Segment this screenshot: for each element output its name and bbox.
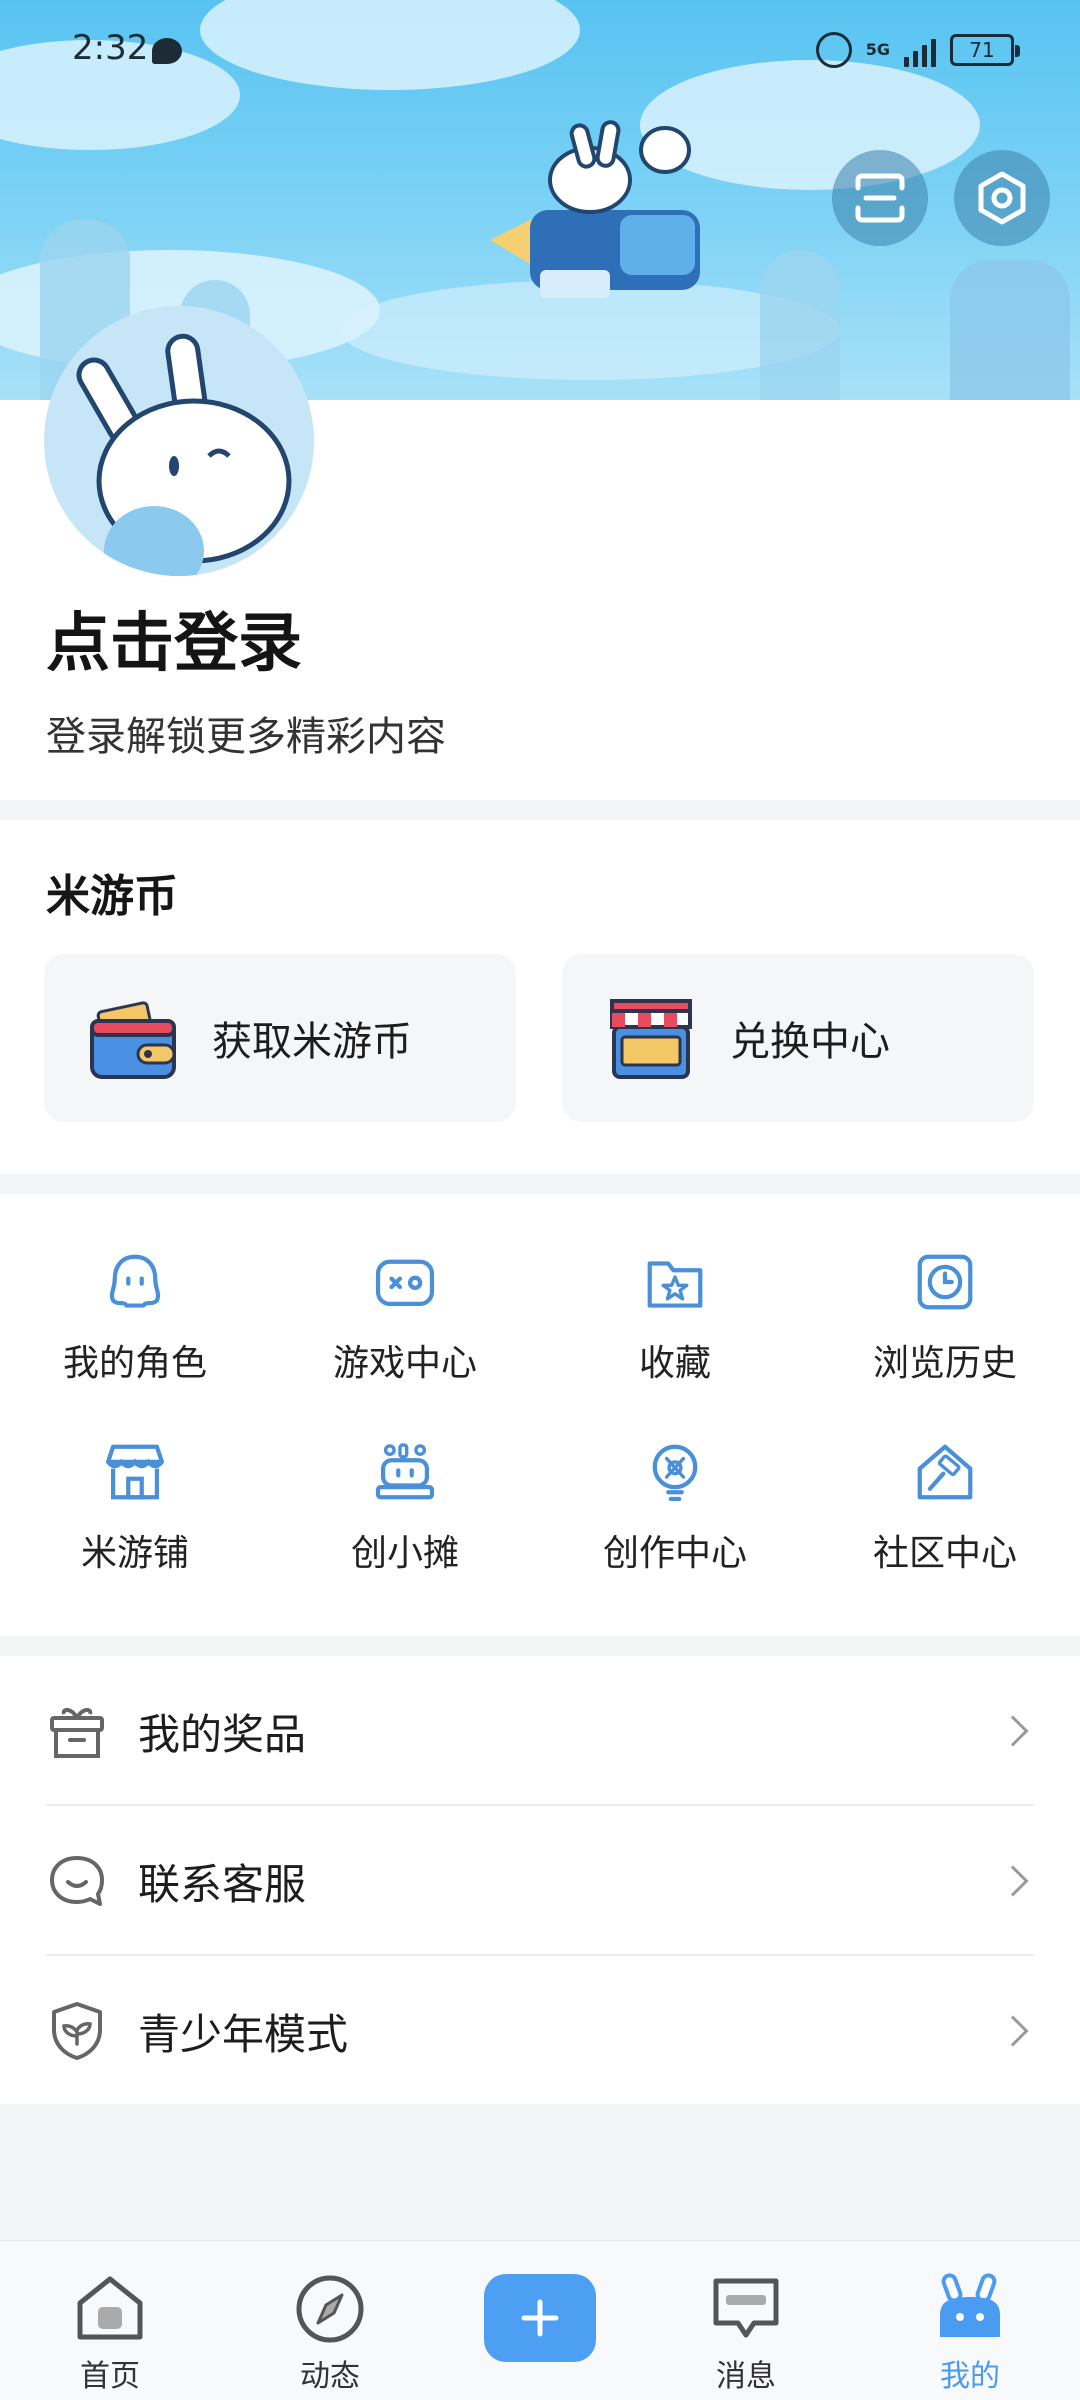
- list-item-youth-mode[interactable]: 青少年模式: [0, 1956, 1080, 2106]
- scan-icon: [855, 173, 905, 223]
- bulb-icon: [652, 1444, 698, 1502]
- grid-item-favorites[interactable]: 收藏: [540, 1196, 810, 1386]
- feature-grid: 我的角色 游戏中心 收藏 浏览历史 米游铺 创小摊 创作中心 社区中心: [0, 1196, 1080, 1636]
- shield-leaf-icon: [52, 2002, 102, 2060]
- nav-label: 动态: [300, 2359, 360, 2394]
- settings-button[interactable]: [954, 150, 1050, 246]
- coin-section-title: 米游币: [46, 871, 178, 922]
- shop-awning-icon: [610, 999, 692, 1079]
- home-icon: [77, 2276, 143, 2340]
- grid-item-my-characters[interactable]: 我的角色: [0, 1196, 270, 1386]
- chevron-right-icon: [997, 2015, 1029, 2047]
- folder-star-icon: [647, 1261, 703, 1308]
- gamepad-icon: [375, 1259, 435, 1306]
- exchange-center-card[interactable]: 兑换中心: [562, 954, 1034, 1122]
- network-activity-icon: [815, 32, 852, 68]
- gear-icon: [978, 171, 1026, 225]
- stall-icon: [375, 1443, 435, 1500]
- compass-icon: [296, 2275, 364, 2343]
- scan-button[interactable]: [832, 150, 928, 246]
- chevron-right-icon: [997, 1715, 1029, 1747]
- section-divider: [0, 1636, 1080, 1656]
- login-subtitle: 登录解锁更多精彩内容: [46, 714, 446, 760]
- grid-label: 社区中心: [872, 1533, 1017, 1574]
- list-label: 联系客服: [138, 1859, 307, 1909]
- list-label: 我的奖品: [138, 1709, 307, 1759]
- get-coins-card[interactable]: 获取米游币: [44, 954, 516, 1122]
- list-item-my-prizes[interactable]: 我的奖品: [0, 1656, 1080, 1806]
- list-label: 青少年模式: [138, 2009, 349, 2059]
- exchange-center-label: 兑换中心: [730, 1019, 890, 1065]
- section-divider: [0, 1174, 1080, 1194]
- grid-label: 创小摊: [350, 1533, 459, 1574]
- chat-bubble-icon: [50, 1856, 104, 1906]
- battery-icon: 71: [950, 34, 1020, 66]
- bunny-avatar-illustration: [76, 333, 292, 576]
- signal-icon: [904, 33, 936, 67]
- nav-label: 首页: [80, 2359, 140, 2394]
- grid-label: 收藏: [638, 1343, 711, 1384]
- status-time: 2:32: [72, 28, 149, 68]
- nav-messages[interactable]: 消息: [666, 2241, 826, 2400]
- empty-area: [0, 2104, 1080, 2240]
- mascot-ship-illustration: [490, 120, 700, 298]
- clock-icon: [917, 1254, 973, 1310]
- grid-item-create-stall[interactable]: 创小摊: [270, 1386, 540, 1576]
- grid-item-community-center[interactable]: 社区中心: [810, 1386, 1080, 1576]
- nav-feed[interactable]: 动态: [250, 2241, 410, 2400]
- nav-label: 消息: [716, 2359, 776, 2394]
- login-title[interactable]: 点击登录: [46, 592, 302, 684]
- avatar[interactable]: [44, 306, 314, 576]
- battery-level: 71: [969, 38, 995, 62]
- grid-label: 米游铺: [80, 1533, 189, 1574]
- character-icon: [109, 1254, 161, 1308]
- status-bar: 2:32 5G 71: [0, 0, 1080, 104]
- gavel-house-icon: [917, 1444, 973, 1500]
- network-type: 5G: [865, 40, 890, 59]
- store-icon: [105, 1444, 165, 1500]
- bunny-icon: [940, 2273, 1000, 2337]
- nav-label: 我的: [940, 2359, 1000, 2394]
- nav-me[interactable]: 我的: [890, 2241, 1050, 2400]
- chevron-right-icon: [997, 1865, 1029, 1897]
- grid-item-creation-center[interactable]: 创作中心: [540, 1386, 810, 1576]
- nav-home[interactable]: 首页: [30, 2241, 190, 2400]
- list-item-customer-service[interactable]: 联系客服: [0, 1806, 1080, 1956]
- grid-item-game-center[interactable]: 游戏中心: [270, 1196, 540, 1386]
- grid-item-miyou-shop[interactable]: 米游铺: [0, 1386, 270, 1576]
- post-button[interactable]: [484, 2274, 596, 2362]
- grid-label: 游戏中心: [332, 1343, 477, 1384]
- section-divider: [0, 800, 1080, 820]
- get-coins-label: 获取米游币: [212, 1019, 412, 1065]
- plus-icon: [521, 2299, 559, 2337]
- grid-label: 浏览历史: [872, 1343, 1017, 1384]
- wallet-icon: [90, 1001, 176, 1079]
- grid-label: 我的角色: [62, 1343, 207, 1384]
- chat-notification-icon: [152, 38, 182, 64]
- grid-item-history[interactable]: 浏览历史: [810, 1196, 1080, 1386]
- grid-label: 创作中心: [602, 1533, 747, 1574]
- message-icon: [713, 2278, 779, 2338]
- gift-box-icon: [50, 1707, 104, 1758]
